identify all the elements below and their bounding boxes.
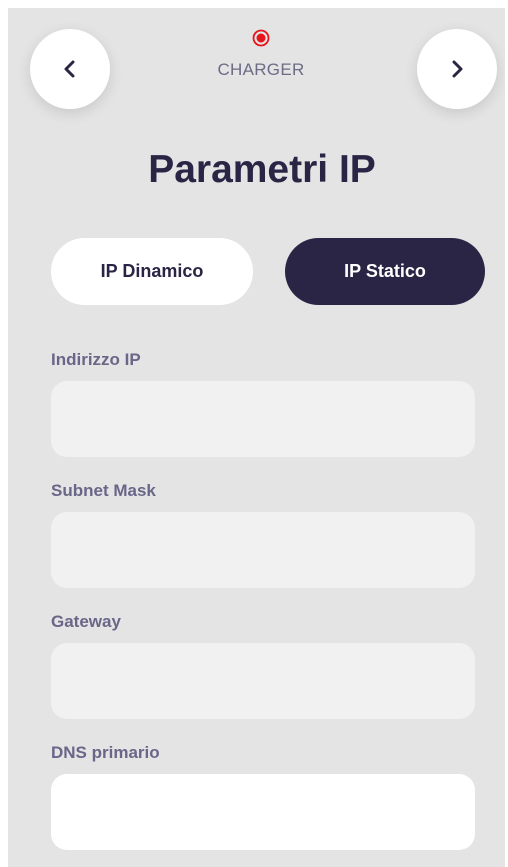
static-ip-button[interactable]: IP Statico xyxy=(285,238,485,305)
gateway-input[interactable] xyxy=(51,643,475,719)
chevron-right-icon xyxy=(452,60,463,78)
back-button[interactable] xyxy=(30,29,110,109)
forward-button[interactable] xyxy=(417,29,497,109)
page-title: Parametri IP xyxy=(148,148,376,191)
ip-address-input[interactable] xyxy=(51,381,475,457)
subnet-mask-label: Subnet Mask xyxy=(51,481,156,500)
dns-primary-input[interactable] xyxy=(51,774,475,850)
record-dot-icon xyxy=(252,29,270,47)
subnet-mask-input[interactable] xyxy=(51,512,475,588)
dns-primary-label: DNS primario xyxy=(51,743,160,762)
app-screen: CHARGER Parametri IP IP Dinamico IP Stat… xyxy=(8,8,505,867)
dynamic-ip-button[interactable]: IP Dinamico xyxy=(51,238,253,305)
gateway-label: Gateway xyxy=(51,612,121,631)
chevron-left-icon xyxy=(64,60,75,78)
ip-address-label: Indirizzo IP xyxy=(51,350,141,369)
device-label: CHARGER xyxy=(217,60,305,79)
